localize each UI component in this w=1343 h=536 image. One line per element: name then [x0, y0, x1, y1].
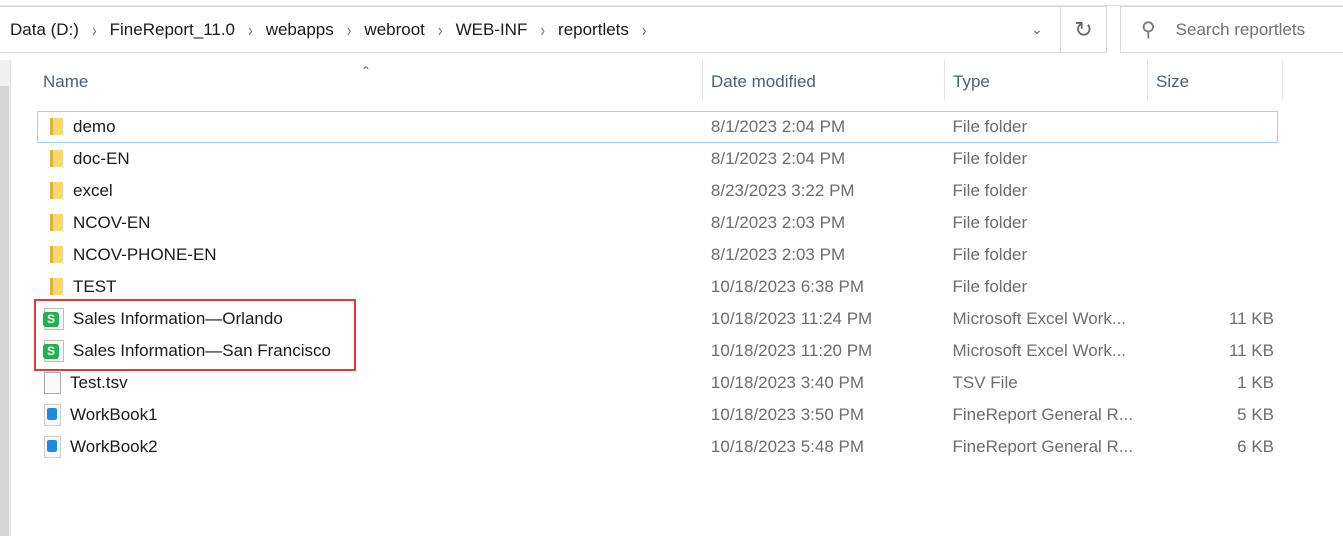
chevron-right-icon[interactable]: ›: [83, 19, 106, 40]
file-row[interactable]: NCOV-PHONE-EN 8/1/2023 2:03 PM File fold…: [37, 239, 1278, 271]
file-date: 10/18/2023 6:38 PM: [710, 277, 865, 296]
file-size: 1 KB: [1237, 373, 1274, 392]
chevron-right-icon[interactable]: ›: [633, 19, 656, 40]
refresh-button[interactable]: ↻: [1060, 7, 1106, 52]
file-row[interactable]: NCOV-EN 8/1/2023 2:03 PM File folder: [37, 207, 1278, 239]
breadcrumb-item[interactable]: webapps: [262, 20, 338, 40]
file-name: excel: [73, 181, 113, 200]
folder-icon: [44, 276, 64, 298]
folder-icon: [44, 116, 64, 138]
file-icon: [44, 372, 61, 394]
breadcrumb: Data (D:) › FineReport_11.0 › webapps › webroo…: [0, 19, 1014, 40]
file-name: doc-EN: [73, 149, 130, 168]
file-date: 8/1/2023 2:03 PM: [710, 213, 846, 232]
column-name[interactable]: ⌃ Name: [35, 60, 703, 100]
file-type: TSV File: [952, 373, 1018, 392]
search-input[interactable]: ⚲ Search reportlets: [1120, 6, 1343, 53]
file-date: 10/18/2023 11:20 PM: [710, 341, 873, 360]
file-type: File folder: [952, 277, 1028, 296]
file-date: 8/1/2023 2:04 PM: [710, 117, 846, 136]
file-name: demo: [73, 117, 116, 136]
file-row[interactable]: doc-EN 8/1/2023 2:04 PM File folder: [37, 143, 1278, 175]
chevron-down-icon[interactable]: ⌄: [1014, 21, 1060, 38]
chevron-right-icon[interactable]: ›: [239, 19, 262, 40]
file-row[interactable]: Test.tsv 10/18/2023 3:40 PM TSV File 1 K…: [37, 367, 1278, 399]
chevron-right-icon[interactable]: ›: [338, 19, 361, 40]
finereport-icon: [44, 436, 61, 458]
file-date: 8/1/2023 2:04 PM: [710, 149, 846, 168]
breadcrumb-item[interactable]: FineReport_11.0: [106, 20, 239, 40]
file-type: Microsoft Excel Work...: [952, 309, 1127, 328]
file-type: File folder: [952, 149, 1028, 168]
search-placeholder: Search reportlets: [1175, 19, 1306, 39]
file-type: Microsoft Excel Work...: [952, 341, 1127, 360]
chevron-right-icon[interactable]: ›: [429, 19, 452, 40]
refresh-icon: ↻: [1074, 16, 1093, 42]
file-date: 8/1/2023 2:03 PM: [710, 245, 846, 264]
file-name: Test.tsv: [70, 373, 128, 392]
file-date: 10/18/2023 5:48 PM: [710, 437, 865, 456]
file-date: 8/23/2023 3:22 PM: [710, 181, 855, 200]
folder-icon: [44, 148, 64, 170]
folder-icon: [44, 244, 64, 266]
file-name: TEST: [73, 277, 117, 296]
column-type[interactable]: Type: [945, 60, 1148, 100]
file-date: 10/18/2023 3:40 PM: [710, 373, 865, 392]
file-type: File folder: [952, 117, 1028, 136]
column-date[interactable]: Date modified: [703, 60, 945, 100]
column-label: Name: [43, 72, 89, 91]
scrollbar-thumb[interactable]: [0, 86, 9, 536]
breadcrumb-item[interactable]: WEB-INF: [452, 20, 532, 40]
file-type: File folder: [952, 213, 1028, 232]
file-name: NCOV-PHONE-EN: [73, 245, 217, 264]
file-row[interactable]: demo 8/1/2023 2:04 PM File folder: [37, 111, 1278, 143]
breadcrumb-item[interactable]: reportlets: [554, 20, 633, 40]
folder-icon: [44, 212, 64, 234]
file-type: FineReport General R...: [952, 437, 1133, 456]
file-row[interactable]: WorkBook2 10/18/2023 5:48 PM FineReport …: [37, 431, 1278, 463]
chevron-right-icon[interactable]: ›: [531, 19, 554, 40]
file-list: demo 8/1/2023 2:04 PM File folder doc-EN…: [37, 111, 1278, 463]
file-type: FineReport General R...: [952, 405, 1133, 424]
file-date: 10/18/2023 11:24 PM: [710, 309, 873, 328]
highlight-box: [34, 299, 356, 371]
file-name: NCOV-EN: [73, 213, 151, 232]
column-size[interactable]: Size: [1148, 60, 1283, 100]
scrollbar[interactable]: [0, 60, 11, 536]
file-name: WorkBook1: [70, 405, 158, 424]
sort-ascending-icon: ⌃: [361, 64, 372, 78]
file-name: WorkBook2: [70, 437, 158, 456]
search-icon: ⚲: [1141, 19, 1156, 41]
column-header: ⌃ Name Date modified Type Size: [35, 60, 1283, 100]
breadcrumb-item[interactable]: Data (D:): [6, 20, 83, 40]
file-size: 5 KB: [1237, 405, 1274, 424]
address-bar[interactable]: Data (D:) › FineReport_11.0 › webapps › webroo…: [0, 6, 1107, 53]
folder-icon: [44, 180, 64, 202]
breadcrumb-item[interactable]: webroot: [360, 20, 428, 40]
file-date: 10/18/2023 3:50 PM: [710, 405, 865, 424]
finereport-icon: [44, 404, 61, 426]
file-size: 11 KB: [1228, 309, 1274, 328]
file-row[interactable]: WorkBook1 10/18/2023 3:50 PM FineReport …: [37, 399, 1278, 431]
file-type: File folder: [952, 245, 1028, 264]
file-size: 11 KB: [1228, 341, 1274, 360]
file-size: 6 KB: [1237, 437, 1274, 456]
file-row[interactable]: excel 8/23/2023 3:22 PM File folder: [37, 175, 1278, 207]
file-type: File folder: [952, 181, 1028, 200]
